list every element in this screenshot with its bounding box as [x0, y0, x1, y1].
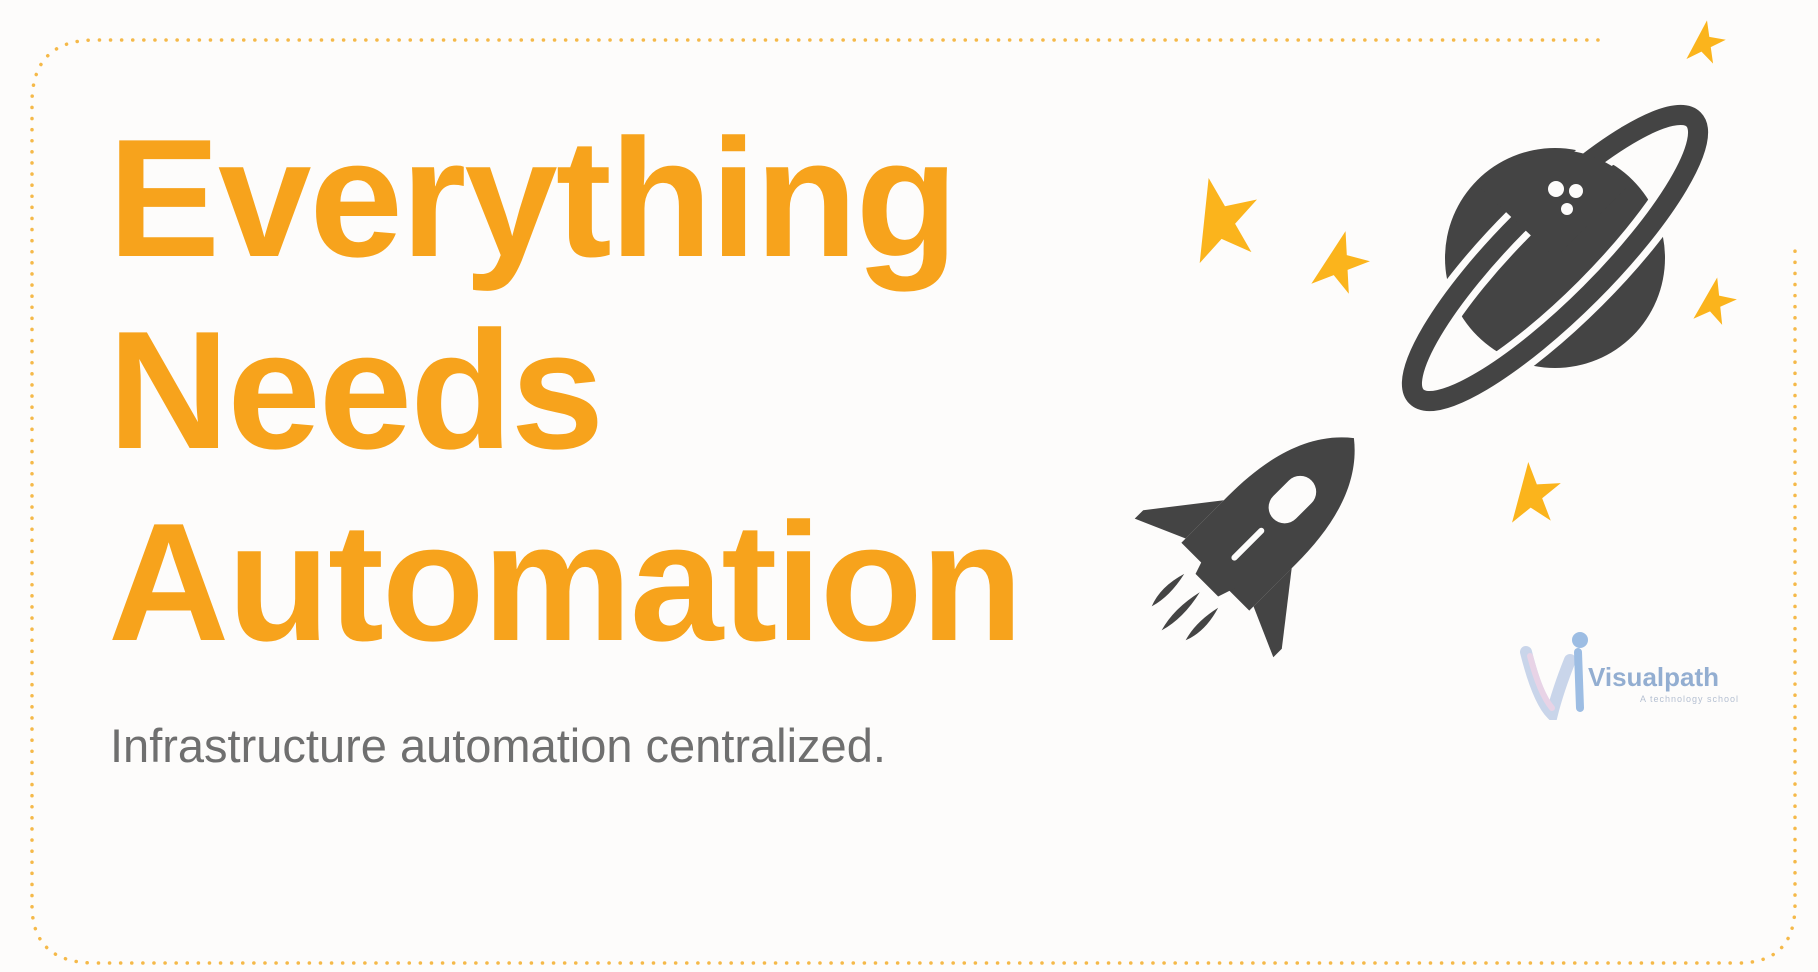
- logo-name: Visualpath: [1588, 662, 1720, 692]
- slide: Everything Needs Automation Infrastructu…: [0, 0, 1818, 972]
- planet-icon: [1394, 97, 1716, 419]
- star-icon: [1686, 18, 1729, 66]
- star-icon: [1693, 274, 1741, 327]
- star-icon: [1182, 169, 1268, 264]
- star-icon: [1508, 460, 1563, 523]
- rocket-icon: [1134, 437, 1355, 658]
- space-illustration: [1134, 18, 1741, 658]
- star-icon: [1311, 226, 1376, 297]
- visualpath-logo-icon: [1520, 632, 1588, 720]
- logo-tagline: A technology school: [1640, 694, 1740, 704]
- visualpath-logo: Visualpath A technology school: [1520, 630, 1750, 720]
